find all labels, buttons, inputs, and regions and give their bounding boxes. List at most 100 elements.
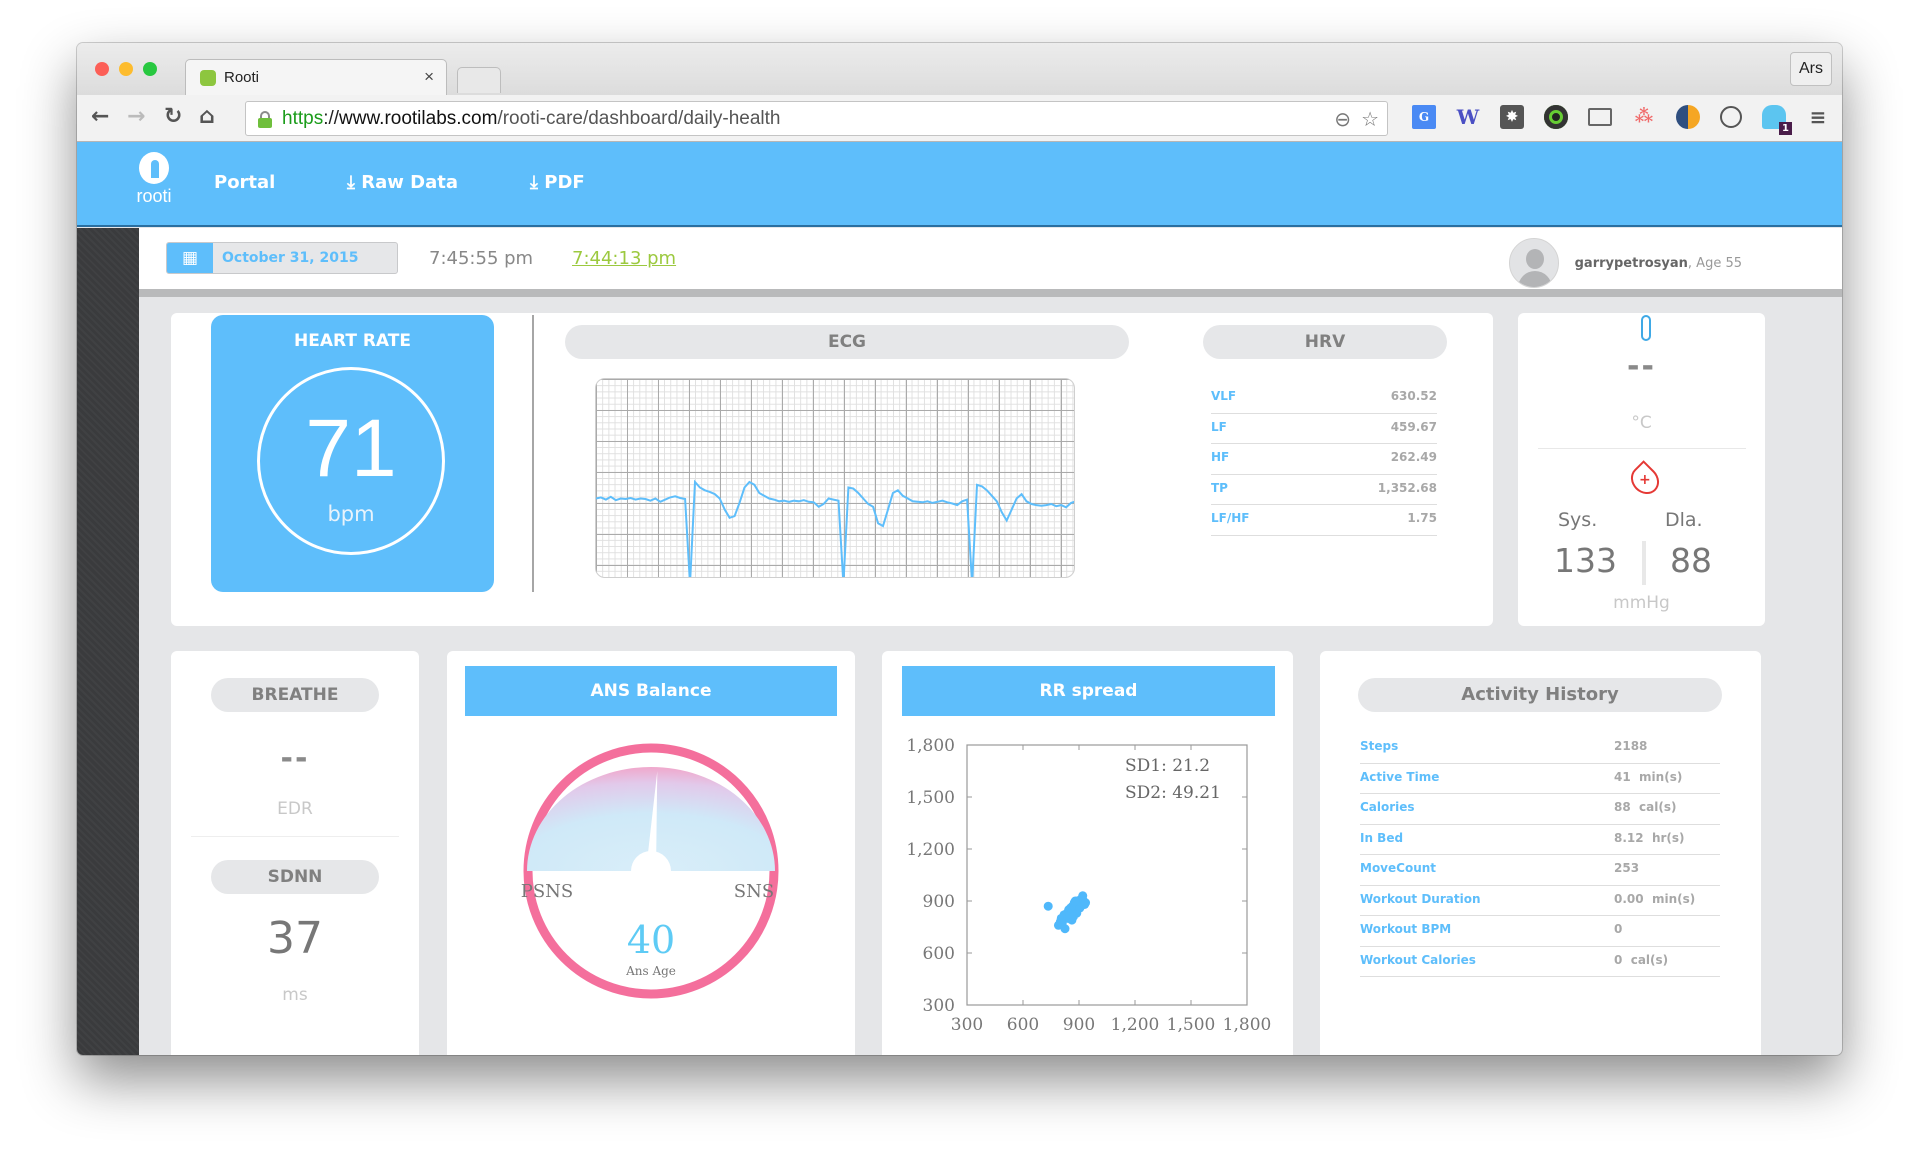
bomb-extension-icon[interactable]: ✸ <box>1500 105 1524 129</box>
row-value: 459.67 <box>1390 419 1437 434</box>
nav-portal[interactable]: Portal <box>214 172 275 193</box>
browser-tab[interactable]: Rooti × <box>185 59 447 95</box>
date-picker[interactable]: ▦ October 31, 2015 <box>166 242 398 274</box>
table-row: Steps 2188 <box>1360 733 1720 764</box>
asana-icon[interactable]: ⁂ <box>1632 105 1656 129</box>
new-tab-button[interactable] <box>457 67 501 93</box>
simplenote-icon[interactable] <box>1676 105 1700 129</box>
user-name: garrypetrosyan <box>1574 255 1688 271</box>
zoom-out-icon[interactable]: ⊖ <box>1334 107 1351 131</box>
extension-icons: G W ✸ ⁂ 1 ≡ <box>1412 105 1830 135</box>
table-row: MoveCount 253 <box>1360 855 1720 886</box>
current-time: 7:45:55 pm <box>429 248 534 269</box>
tab-bar: Rooti × Ars <box>77 43 1842 95</box>
row-label: Workout Calories <box>1360 952 1476 967</box>
user-info: garrypetrosyan, Age 55 <box>1508 238 1742 288</box>
row-value: 41 min(s) <box>1614 769 1683 784</box>
forward-icon[interactable]: → <box>127 104 145 129</box>
reload-icon[interactable]: ↻ <box>164 104 182 129</box>
row-value: 0 cal(s) <box>1614 952 1669 967</box>
sidebar-strip <box>77 228 139 1055</box>
row-value: 2188 <box>1614 739 1648 753</box>
nav-raw-data[interactable]: ⤓ Raw Data <box>347 172 458 193</box>
row-label: LF/HF <box>1211 511 1250 525</box>
temperature-value: -- <box>1627 349 1656 384</box>
sync-extension-icon[interactable] <box>1720 106 1742 128</box>
heart-rate-value: 71 <box>305 403 397 494</box>
google-translate-icon[interactable]: G <box>1412 105 1436 129</box>
row-label: HF <box>1211 450 1230 464</box>
breathe-value: -- <box>280 741 310 776</box>
avatar[interactable] <box>1508 238 1559 288</box>
sd1-annotation: SD1: 21.2 <box>1125 756 1210 776</box>
window-controls <box>95 62 157 76</box>
ghostery-icon[interactable]: 1 <box>1762 105 1792 135</box>
temperature-unit: °C <box>1631 413 1652 433</box>
url-text[interactable]: https://www.rootilabs.com/rooti-care/das… <box>282 108 781 130</box>
bookmark-star-icon[interactable]: ☆ <box>1361 107 1379 131</box>
x-tick-label: 1,200 <box>1111 1015 1160 1035</box>
blood-pressure-unit: mmHg <box>1613 593 1670 613</box>
address-bar[interactable]: https://www.rootilabs.com/rooti-care/das… <box>245 101 1388 136</box>
measurement-time-link[interactable]: 7:44:13 pm <box>572 248 676 269</box>
selected-date: October 31, 2015 <box>222 250 359 266</box>
heart-rate-title: HEART RATE <box>294 331 411 351</box>
row-value: 253 <box>1614 861 1640 875</box>
rooti-logo[interactable]: rooti <box>129 152 179 214</box>
table-row: LF/HF 1.75 <box>1211 505 1437 536</box>
user-age: , Age 55 <box>1687 255 1742 271</box>
divider <box>191 836 399 837</box>
row-label: In Bed <box>1360 830 1404 845</box>
row-label: MoveCount <box>1360 861 1437 875</box>
table-row: Workout BPM 0 <box>1360 916 1720 947</box>
minimize-window-button[interactable] <box>119 62 133 76</box>
row-value: 630.52 <box>1390 389 1437 403</box>
y-tick-label: 900 <box>923 892 955 912</box>
ans-title: ANS Balance <box>465 666 837 716</box>
activity-card: Activity History Steps 2188 Active Time 41 … <box>1320 651 1761 1055</box>
wikipedia-icon[interactable]: W <box>1456 105 1480 129</box>
back-icon[interactable]: ← <box>91 104 109 129</box>
row-label: Steps <box>1360 739 1399 753</box>
x-tick-label: 300 <box>951 1015 983 1035</box>
url-path: /rooti-care/dashboard/daily-health <box>497 108 781 129</box>
sd2-annotation: SD2: 49.21 <box>1125 783 1221 803</box>
nav-raw-data-label: Raw Data <box>361 172 458 193</box>
row-value: 1,352.68 <box>1377 480 1437 495</box>
scatter-point <box>1057 919 1067 929</box>
profile-button[interactable]: Ars <box>1790 52 1832 86</box>
y-tick-label: 600 <box>923 944 955 964</box>
rooti-logo-icon <box>139 152 169 184</box>
camera-extension-icon[interactable] <box>1544 105 1568 129</box>
activity-table: Steps 2188 Active Time 41 min(s) Calories 88 … <box>1360 733 1720 977</box>
row-value: 8.12 hr(s) <box>1614 830 1685 845</box>
diastolic-value: 88 <box>1670 541 1712 580</box>
url-separator: :// <box>323 108 340 129</box>
x-tick-label: 600 <box>1007 1015 1039 1035</box>
ans-age-value: 40 <box>627 918 675 962</box>
row-value: 0 <box>1614 922 1623 936</box>
nav-pdf[interactable]: ⤓ PDF <box>530 172 585 193</box>
divider <box>1642 541 1646 585</box>
divider <box>1538 448 1746 449</box>
row-label: TP <box>1211 480 1228 495</box>
browser-toolbar: ← → ↻ ⌂ https://www.rootilabs.com/rooti-… <box>77 95 1842 142</box>
ecg-trace <box>596 479 1074 577</box>
thermometer-icon <box>1641 315 1651 341</box>
cast-icon[interactable] <box>1588 108 1612 126</box>
url-scheme: https <box>282 108 324 129</box>
rooti-favicon-icon <box>200 70 216 86</box>
row-value: 1.75 <box>1407 511 1437 525</box>
zoom-window-button[interactable] <box>143 62 157 76</box>
temp-bp-card: -- °C + Sys. Dla. 133 88 mmHg <box>1518 313 1765 626</box>
download-icon: ⤓ <box>530 172 538 193</box>
chrome-menu-icon[interactable]: ≡ <box>1806 105 1830 129</box>
breathe-unit: EDR <box>277 799 313 819</box>
scatter-point <box>1081 898 1091 908</box>
table-row: LF 459.67 <box>1211 414 1437 444</box>
home-icon[interactable]: ⌂ <box>199 104 215 129</box>
vitals-card: HEART RATE 71 bpm ECG HRV VLF 630.52 LF 459… <box>171 313 1493 626</box>
x-tick-label: 1,500 <box>1167 1015 1216 1035</box>
tab-close-icon[interactable]: × <box>424 67 434 87</box>
close-window-button[interactable] <box>95 62 109 76</box>
